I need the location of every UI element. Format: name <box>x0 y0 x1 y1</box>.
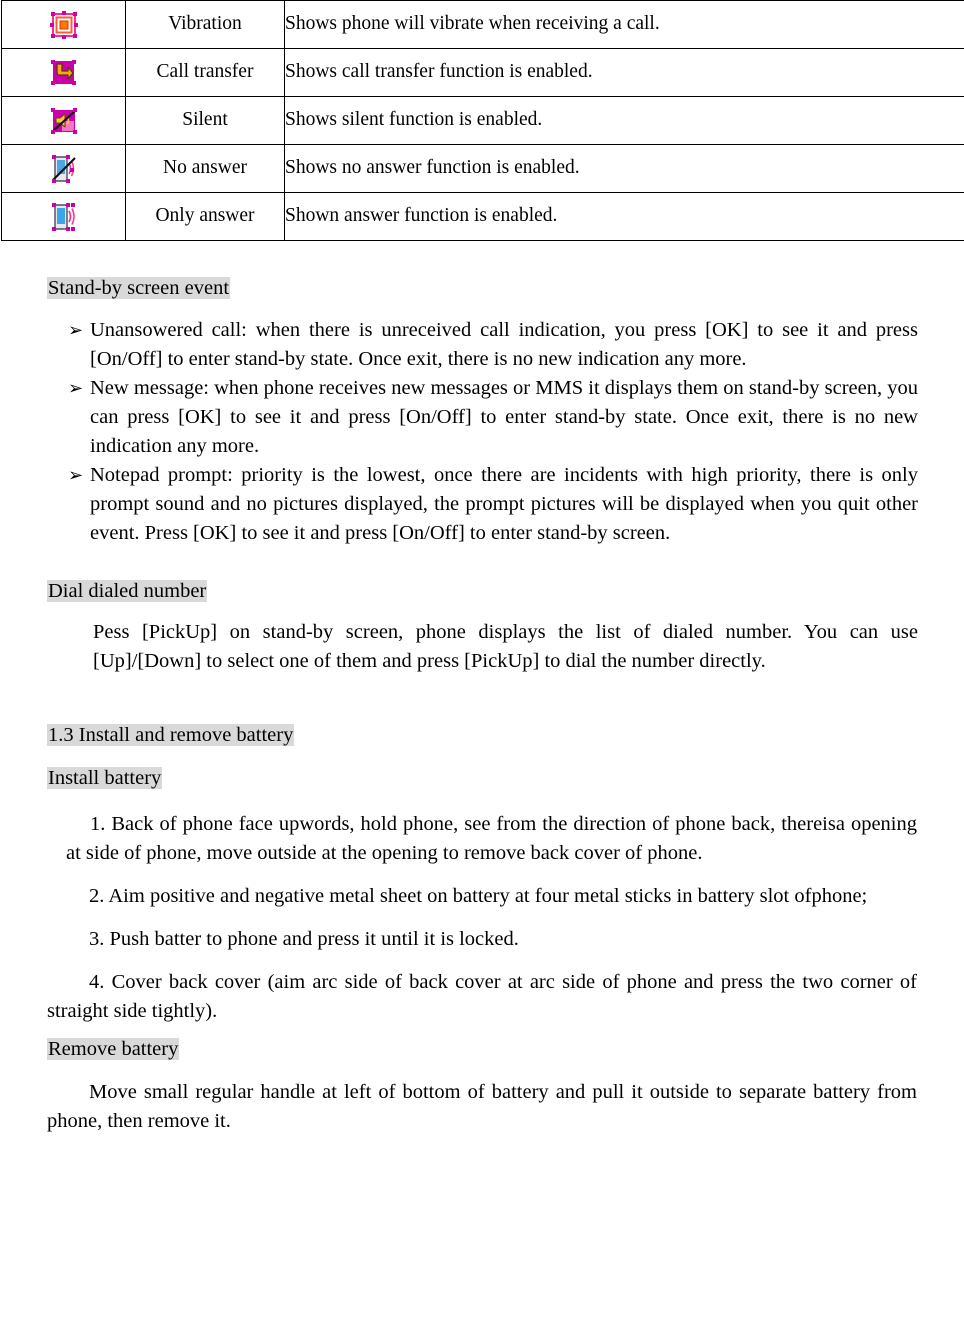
section-heading-dial: Dial dialed number <box>47 578 964 605</box>
arrow-bullet-icon: ➢ <box>68 464 84 486</box>
list-item: ➢ New message: when phone receives new m… <box>68 374 918 461</box>
arrow-bullet-icon: ➢ <box>68 377 84 399</box>
vibration-icon <box>49 10 79 40</box>
list-item-text: New message: when phone receives new mes… <box>90 376 918 457</box>
icon-cell-no-answer <box>1 144 126 193</box>
list-item: ➢ Unansowered call: when there is unrece… <box>68 316 918 374</box>
dial-paragraph: Pess [PickUp] on stand-by screen, phone … <box>93 621 918 673</box>
section-heading-dial-text: Dial dialed number <box>47 579 208 602</box>
icon-cell-silent <box>1 96 126 145</box>
silent-icon <box>49 106 79 136</box>
remove-battery-paragraph: Move small regular handle at left of bot… <box>47 1081 917 1133</box>
icon-desc-silent: Shows silent function is enabled. <box>284 96 964 145</box>
list-item-text: Notepad prompt: priority is the lowest, … <box>90 463 918 544</box>
icon-desc-call-transfer: Shows call transfer function is enabled. <box>284 48 964 97</box>
icon-name-call-transfer: Call transfer <box>125 48 285 97</box>
icon-desc-only-answer: Shown answer function is enabled. <box>284 192 964 241</box>
table-row: No answer Shows no answer function is en… <box>1 144 964 193</box>
subsection-heading-install-battery-text: Install battery <box>47 766 163 789</box>
section-heading-standby-text: Stand-by screen event <box>47 277 231 299</box>
arrow-bullet-icon: ➢ <box>68 319 84 341</box>
status-icon-table: Vibration Shows phone will vibrate when … <box>1 0 964 241</box>
section-heading-remove-battery-text: Remove battery <box>47 1037 180 1060</box>
install-step-3: 3. Push batter to phone and press it unt… <box>89 927 519 950</box>
icon-cell-call-transfer <box>1 48 126 97</box>
icon-name-silent: Silent <box>125 96 285 145</box>
list-item: ➢ Notepad prompt: priority is the lowest… <box>68 461 918 548</box>
subsection-heading-install-battery: Install battery <box>47 765 964 792</box>
install-step-4: 4. Cover back cover (aim arc side of bac… <box>47 970 917 1022</box>
section-heading-remove-battery: Remove battery <box>47 1036 964 1063</box>
icon-name-vibration: Vibration <box>125 0 285 49</box>
icon-desc-no-answer: Shows no answer function is enabled. <box>284 144 964 193</box>
table-row: Vibration Shows phone will vibrate when … <box>1 0 964 49</box>
list-item-text: Unansowered call: when there is unreceiv… <box>90 318 918 370</box>
install-step-1: 1. Back of phone face upwords, hold phon… <box>66 812 917 864</box>
section-heading-install-remove-text: 1.3 Install and remove battery <box>47 724 295 747</box>
icon-cell-only-answer <box>1 192 126 241</box>
section-heading-standby: Stand-by screen event <box>47 275 962 302</box>
install-step-2: 2. Aim positive and negative metal sheet… <box>89 884 868 907</box>
icon-name-no-answer: No answer <box>125 144 285 193</box>
icon-desc-vibration: Shows phone will vibrate when receiving … <box>284 0 964 49</box>
table-row: Only answer Shown answer function is ena… <box>1 192 964 241</box>
call-transfer-icon <box>49 58 79 88</box>
icon-name-only-answer: Only answer <box>125 192 285 241</box>
no-answer-icon <box>49 154 79 184</box>
standby-event-list: ➢ Unansowered call: when there is unrece… <box>68 316 918 548</box>
table-row: Silent Shows silent function is enabled. <box>1 96 964 145</box>
only-answer-icon <box>49 202 79 232</box>
table-row: Call transfer Shows call transfer functi… <box>1 48 964 97</box>
document-page: Vibration Shows phone will vibrate when … <box>0 0 964 1344</box>
icon-cell-vibration <box>1 0 126 49</box>
section-heading-install-remove: 1.3 Install and remove battery <box>47 722 964 749</box>
